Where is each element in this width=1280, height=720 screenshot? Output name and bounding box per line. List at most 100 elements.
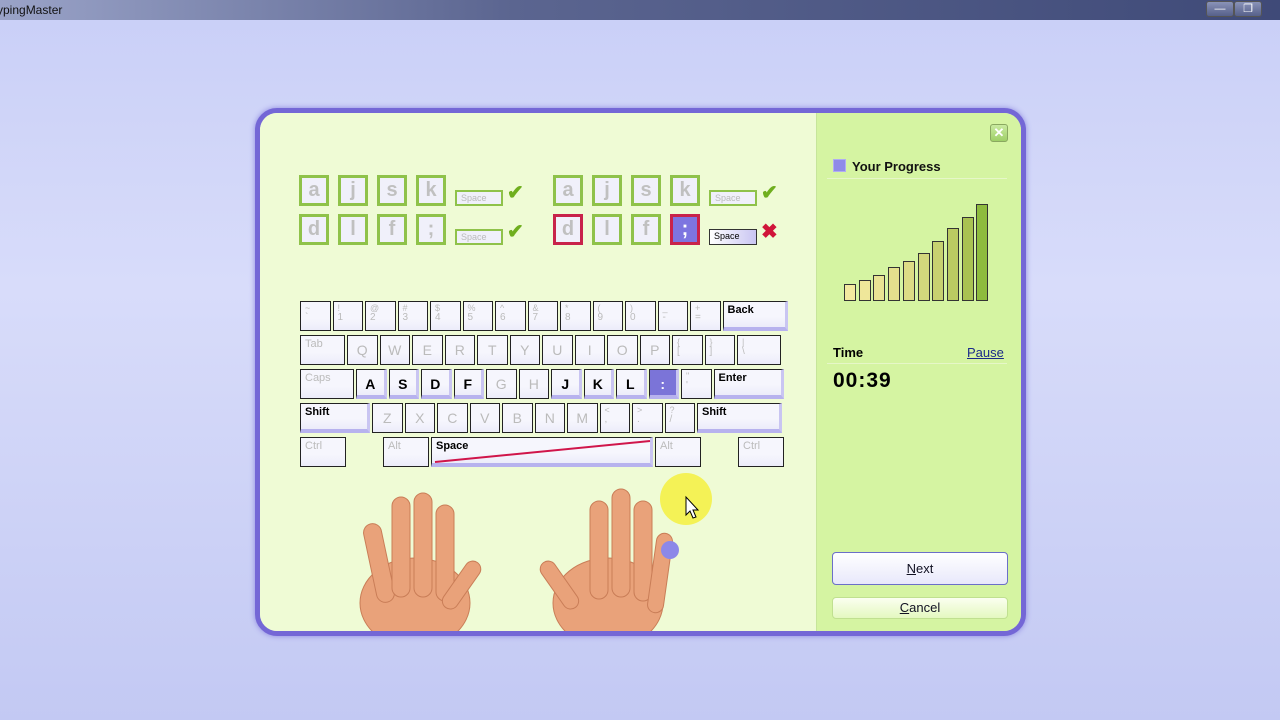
key-9[interactable]: (9 xyxy=(592,301,623,331)
key-label: , xyxy=(604,414,608,425)
key-[interactable]: | \ xyxy=(737,335,781,365)
checkmark-icon: ✔ xyxy=(761,182,778,204)
key-label: - xyxy=(662,312,666,323)
key-shift-label: " xyxy=(686,371,690,381)
pause-link[interactable]: Pause xyxy=(967,345,1004,360)
key-3[interactable]: #3 xyxy=(397,301,428,331)
keyboard-row: Caps A S D F G H J K L: " ' Enter xyxy=(300,369,784,399)
key-ctrl[interactable]: Ctrl xyxy=(738,437,784,467)
key-caps[interactable]: Caps xyxy=(300,369,354,399)
key-e[interactable]: E xyxy=(412,335,443,365)
keyboard-row: Shift Z X C V B N M <, >.? / Shift xyxy=(300,403,784,433)
key-[interactable]: + = xyxy=(690,301,721,331)
drill-space-key: Space xyxy=(709,190,757,206)
key-0[interactable]: ) 0 xyxy=(625,301,656,331)
key-shift[interactable]: Shift xyxy=(697,403,782,433)
key-label: / xyxy=(669,414,673,425)
next-button[interactable]: Next xyxy=(832,552,1008,585)
key-k[interactable]: K xyxy=(583,369,614,399)
key-label: 5 xyxy=(467,312,474,323)
key-[interactable]: {[ xyxy=(672,335,703,365)
key-shift-label: ? xyxy=(669,405,675,415)
key-6[interactable]: ^ 6 xyxy=(495,301,526,331)
key-back[interactable]: Back xyxy=(722,301,788,331)
key-ctrl[interactable]: Ctrl xyxy=(300,437,346,467)
key-n[interactable]: N xyxy=(534,403,565,433)
key-q[interactable]: Q xyxy=(347,335,378,365)
key-c[interactable]: C xyxy=(437,403,468,433)
checkmark-icon: ✔ xyxy=(507,182,524,204)
key-[interactable]: >. xyxy=(632,403,663,433)
progress-bar xyxy=(873,275,886,301)
next-label: ext xyxy=(916,561,934,576)
finger-indicator xyxy=(661,541,679,559)
drill-key: f xyxy=(377,214,407,245)
progress-bar xyxy=(961,216,974,301)
key-v[interactable]: V xyxy=(469,403,500,433)
key-t[interactable]: T xyxy=(477,335,508,365)
key-8[interactable]: * 8 xyxy=(560,301,591,331)
key-s[interactable]: S xyxy=(388,369,419,399)
key-label: = xyxy=(695,312,701,323)
restore-button[interactable]: ❐ xyxy=(1234,1,1262,17)
key-enter[interactable]: Enter xyxy=(713,369,784,399)
key-r[interactable]: R xyxy=(444,335,475,365)
drill-key: ; xyxy=(670,214,700,245)
key-w[interactable]: W xyxy=(379,335,410,365)
finger-path-line xyxy=(434,440,651,463)
progress-bar xyxy=(902,261,915,301)
key-d[interactable]: D xyxy=(421,369,452,399)
progress-title-text: Your Progress xyxy=(852,159,941,174)
progress-bar xyxy=(844,284,856,301)
key-[interactable]: ~ ` xyxy=(300,301,331,331)
checkmark-icon: ✔ xyxy=(507,221,524,243)
keyboard-row: Ctrl Alt Space Alt Ctrl xyxy=(300,437,784,469)
drill-key: ; xyxy=(416,214,446,245)
key-4[interactable]: $4 xyxy=(430,301,461,331)
key-l[interactable]: L xyxy=(616,369,647,399)
drill-key: f xyxy=(631,214,661,245)
progress-bar xyxy=(946,228,959,301)
key-label: 9 xyxy=(597,312,604,323)
key-label: 1 xyxy=(337,312,344,323)
cancel-label: ancel xyxy=(909,600,941,615)
key-[interactable]: ? / xyxy=(664,403,695,433)
cancel-button[interactable]: Cancel xyxy=(832,597,1008,619)
cross-icon: ✖ xyxy=(761,221,778,243)
key-z[interactable]: Z xyxy=(372,403,403,433)
key-x[interactable]: X xyxy=(404,403,435,433)
key-shift-label: ~ xyxy=(305,303,311,313)
key-[interactable]: }] xyxy=(704,335,735,365)
key-2[interactable]: @2 xyxy=(365,301,396,331)
key-p[interactable]: P xyxy=(639,335,670,365)
key-5[interactable]: % 5 xyxy=(462,301,493,331)
key-a[interactable]: A xyxy=(356,369,387,399)
key-alt[interactable]: Alt xyxy=(383,437,429,467)
key-space[interactable]: Space xyxy=(431,437,653,467)
key-label: 4 xyxy=(435,312,441,323)
key-[interactable]: _ - xyxy=(657,301,688,331)
close-button[interactable]: ✕ xyxy=(990,124,1008,142)
key-[interactable]: : xyxy=(648,369,679,399)
key-tab[interactable]: Tab xyxy=(300,335,345,365)
key-y[interactable]: Y xyxy=(509,335,540,365)
key-[interactable]: " ' xyxy=(681,369,712,399)
key-u[interactable]: U xyxy=(542,335,573,365)
key-b[interactable]: B xyxy=(502,403,533,433)
key-m[interactable]: M xyxy=(567,403,598,433)
key-f[interactable]: F xyxy=(453,369,484,399)
drill-space-key: Space xyxy=(709,229,757,245)
key-7[interactable]: & 7 xyxy=(527,301,558,331)
key-label: . xyxy=(637,414,640,425)
key-shift[interactable]: Shift xyxy=(300,403,370,433)
key-i[interactable]: I xyxy=(574,335,605,365)
key-h[interactable]: H xyxy=(518,369,549,399)
minimize-button[interactable]: — xyxy=(1206,1,1234,17)
key-[interactable]: <, xyxy=(599,403,630,433)
key-g[interactable]: G xyxy=(486,369,517,399)
progress-bar xyxy=(976,204,989,301)
key-alt[interactable]: Alt xyxy=(655,437,701,467)
key-o[interactable]: O xyxy=(607,335,638,365)
key-1[interactable]: ! 1 xyxy=(332,301,363,331)
key-j[interactable]: J xyxy=(551,369,582,399)
